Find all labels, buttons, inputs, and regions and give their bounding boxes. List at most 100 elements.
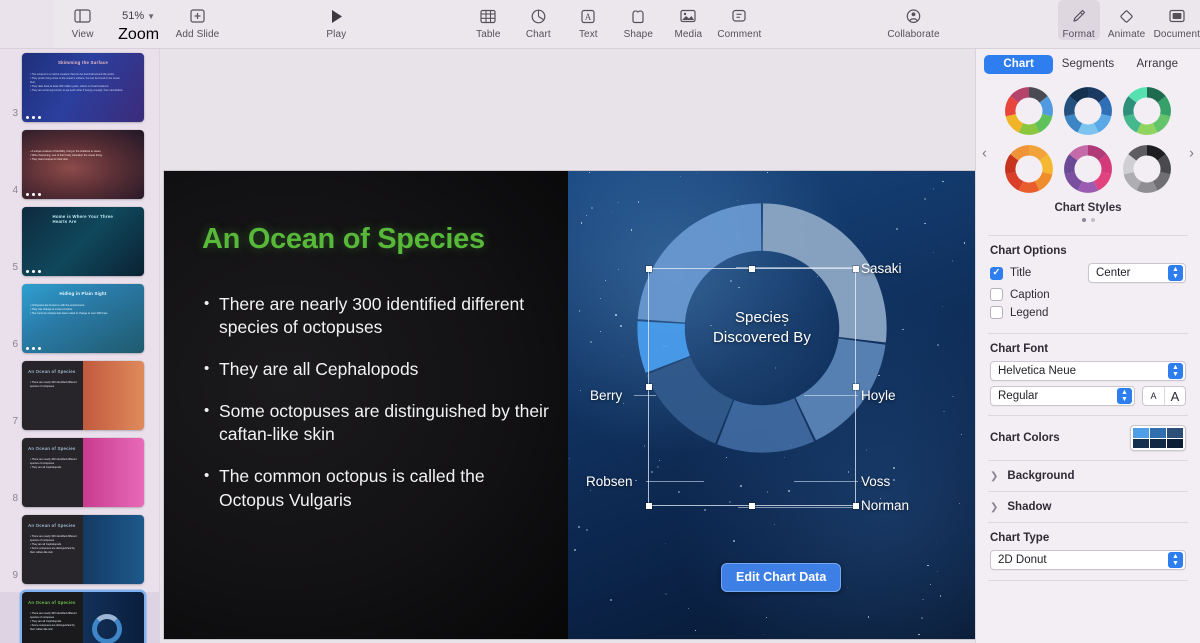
pager-dot-1[interactable] <box>1081 218 1086 222</box>
segment-label-norman: Norman <box>861 498 910 513</box>
play-button[interactable]: Play <box>315 0 357 40</box>
chart-style-green[interactable] <box>1119 85 1174 137</box>
resize-handle-mr[interactable] <box>852 384 859 390</box>
resize-handle-tl[interactable] <box>645 265 652 272</box>
star <box>943 410 945 413</box>
zoom-value-wrap[interactable]: 51% ▼ <box>122 6 155 26</box>
shape-label: Shape <box>623 29 654 40</box>
shape-button[interactable]: Shape <box>617 0 659 40</box>
resize-handle-br[interactable] <box>852 502 859 509</box>
legend-checkbox[interactable] <box>990 306 1003 319</box>
background-disclosure-row[interactable]: ❯ Background <box>976 461 1200 491</box>
stepper-icon[interactable]: ▲ ▼ <box>1168 265 1183 281</box>
build-dot <box>37 346 42 350</box>
stepper-icon[interactable]: ▲ ▼ <box>1168 552 1183 568</box>
chart-style-blue[interactable] <box>1061 85 1116 137</box>
chevron-right-icon[interactable]: › <box>1189 145 1194 160</box>
inspector-tab-chart[interactable]: Chart <box>984 55 1054 74</box>
chevron-left-icon[interactable]: ‹ <box>982 145 987 160</box>
star <box>619 325 622 327</box>
inspector-tab-segments[interactable]: Segments <box>1053 55 1122 74</box>
view-button[interactable]: View <box>62 0 104 40</box>
stepper-icon[interactable]: ▲ ▼ <box>1117 388 1132 404</box>
resize-handle-tc[interactable] <box>749 265 755 272</box>
title-option-row[interactable]: Title Center ▲▼ <box>990 263 1186 283</box>
chart-style-multicolor[interactable] <box>1002 85 1057 137</box>
table-button[interactable]: Table <box>467 0 509 40</box>
star <box>892 467 895 469</box>
current-slide[interactable]: An Ocean of Species • There are nearly 30… <box>164 171 975 639</box>
resize-handle-bl[interactable] <box>645 502 652 509</box>
chart-style-warm[interactable] <box>1002 143 1057 195</box>
add-slide-button[interactable]: Add Slide <box>176 0 220 40</box>
text-button[interactable]: A Text <box>567 0 609 40</box>
title-checkbox[interactable] <box>990 266 1003 280</box>
color-swatch-cell-5[interactable] <box>1150 438 1166 448</box>
slide-thumbnail-10[interactable]: An Ocean of Species • There are nearly 30… <box>22 592 144 643</box>
shadow-disclosure-row[interactable]: ❯ Shadow <box>976 492 1200 522</box>
color-swatch-cell-1[interactable] <box>1133 428 1149 438</box>
color-swatch-cell-6[interactable] <box>1167 438 1183 448</box>
inspector-tab-bar[interactable]: Chart Segments Arrange <box>976 49 1200 79</box>
font-size-buttons[interactable]: A A <box>1142 386 1186 406</box>
comment-button[interactable]: Comment <box>717 0 761 40</box>
color-swatch-cell-2[interactable] <box>1150 428 1166 438</box>
slide-thumbnail-5[interactable]: Home is Where Your Three Hearts Are <box>22 207 144 276</box>
slide-thumbnail-4[interactable]: • A unique creature of flexibility, livi… <box>22 130 144 199</box>
edit-chart-data-button[interactable]: Edit Chart Data <box>721 563 842 592</box>
format-button[interactable]: Format <box>1057 0 1100 40</box>
navigator-slide-row-7[interactable]: 7 An Ocean of Species • There are nearly 3… <box>0 361 159 430</box>
zoom-control[interactable]: 51% ▼ Zoom <box>116 0 162 44</box>
divider-7 <box>988 580 1188 581</box>
navigator-slide-row-8[interactable]: 8 An Ocean of Species • There are nearly 3… <box>0 438 159 507</box>
thumbnail-title: An Ocean of Species <box>28 369 76 374</box>
font-style-dropdown[interactable]: Regular ▲ ▼ <box>990 386 1135 406</box>
color-swatch-cell-4[interactable] <box>1133 438 1149 448</box>
resize-handle-tr[interactable] <box>852 265 859 272</box>
decrease-font-size-button[interactable]: A <box>1143 387 1164 405</box>
chart-colors-swatch[interactable] <box>1130 425 1186 451</box>
text-label: Text <box>578 29 598 40</box>
chart-styles-grid[interactable] <box>976 85 1200 195</box>
navigator-slide-row-5[interactable]: 5 Home is Where Your Three Hearts Are <box>0 207 159 276</box>
chart-styles-pager[interactable] <box>976 218 1200 222</box>
title-position-value: Center <box>1096 267 1131 279</box>
navigator-slide-row-4[interactable]: 4 • A unique creature of flexibility, liv… <box>0 130 159 199</box>
collaborate-button[interactable]: Collaborate <box>887 0 940 40</box>
star <box>590 341 593 344</box>
navigator-slide-row-6[interactable]: 6 Hiding in Plain Sight • Octopuses are kn… <box>0 284 159 353</box>
color-swatch-cell-3[interactable] <box>1167 428 1183 438</box>
slide-canvas[interactable]: An Ocean of Species • There are nearly 30… <box>160 49 975 643</box>
slide-title[interactable]: An Ocean of Species <box>202 223 568 256</box>
stepper-icon[interactable]: ▲ ▼ <box>1168 363 1183 379</box>
slide-thumbnail-6[interactable]: Hiding in Plain Sight • Octopuses are kno… <box>22 284 144 353</box>
navigator-slide-row-3[interactable]: 3 Skimming the Surface • The octopus is a … <box>0 53 159 122</box>
title-position-dropdown[interactable]: Center ▲ ▼ <box>1088 263 1186 283</box>
slide-thumbnail-3[interactable]: Skimming the Surface • The octopus is a m… <box>22 53 144 122</box>
navigator-slide-row-9[interactable]: 9 An Ocean of Species • There are nearly 3… <box>0 515 159 584</box>
media-button[interactable]: Media <box>667 0 709 40</box>
animate-button[interactable]: Animate <box>1106 0 1148 40</box>
chart-style-pink-purple[interactable] <box>1061 143 1116 195</box>
chart-button[interactable]: Chart <box>517 0 559 40</box>
resize-handle-bc[interactable] <box>749 502 755 509</box>
increase-font-size-button[interactable]: A <box>1164 387 1185 405</box>
slide-thumbnail-8[interactable]: An Ocean of Species • There are nearly 30… <box>22 438 144 507</box>
inspector-tab-arrange[interactable]: Arrange <box>1123 55 1192 74</box>
thumbnail-title: Hiding in Plain Sight <box>59 291 107 296</box>
legend-option-row[interactable]: Legend <box>990 306 1186 319</box>
document-button[interactable]: Document <box>1154 0 1200 40</box>
slide-thumbnail-7[interactable]: An Ocean of Species • There are nearly 30… <box>22 361 144 430</box>
slide-thumbnail-9[interactable]: An Ocean of Species • There are nearly 30… <box>22 515 144 584</box>
navigator-slide-row-10[interactable]: 10An Ocean of Species• There are nearly … <box>0 592 159 643</box>
slide-navigator[interactable]: 3 Skimming the Surface • The octopus is a … <box>0 49 160 643</box>
chart-style-grayscale[interactable] <box>1119 143 1174 195</box>
font-family-dropdown[interactable]: Helvetica Neue ▲ ▼ <box>990 361 1186 381</box>
caption-option-row[interactable]: Caption <box>990 288 1186 301</box>
slide-bullet-list[interactable]: • There are nearly 300 identified differe… <box>204 293 549 512</box>
caption-checkbox[interactable] <box>990 288 1003 301</box>
chart-selection-box[interactable] <box>645 265 859 509</box>
pager-dot-2[interactable] <box>1090 218 1095 222</box>
resize-handle-ml[interactable] <box>645 384 652 390</box>
chart-type-dropdown[interactable]: 2D Donut ▲ ▼ <box>990 550 1186 570</box>
